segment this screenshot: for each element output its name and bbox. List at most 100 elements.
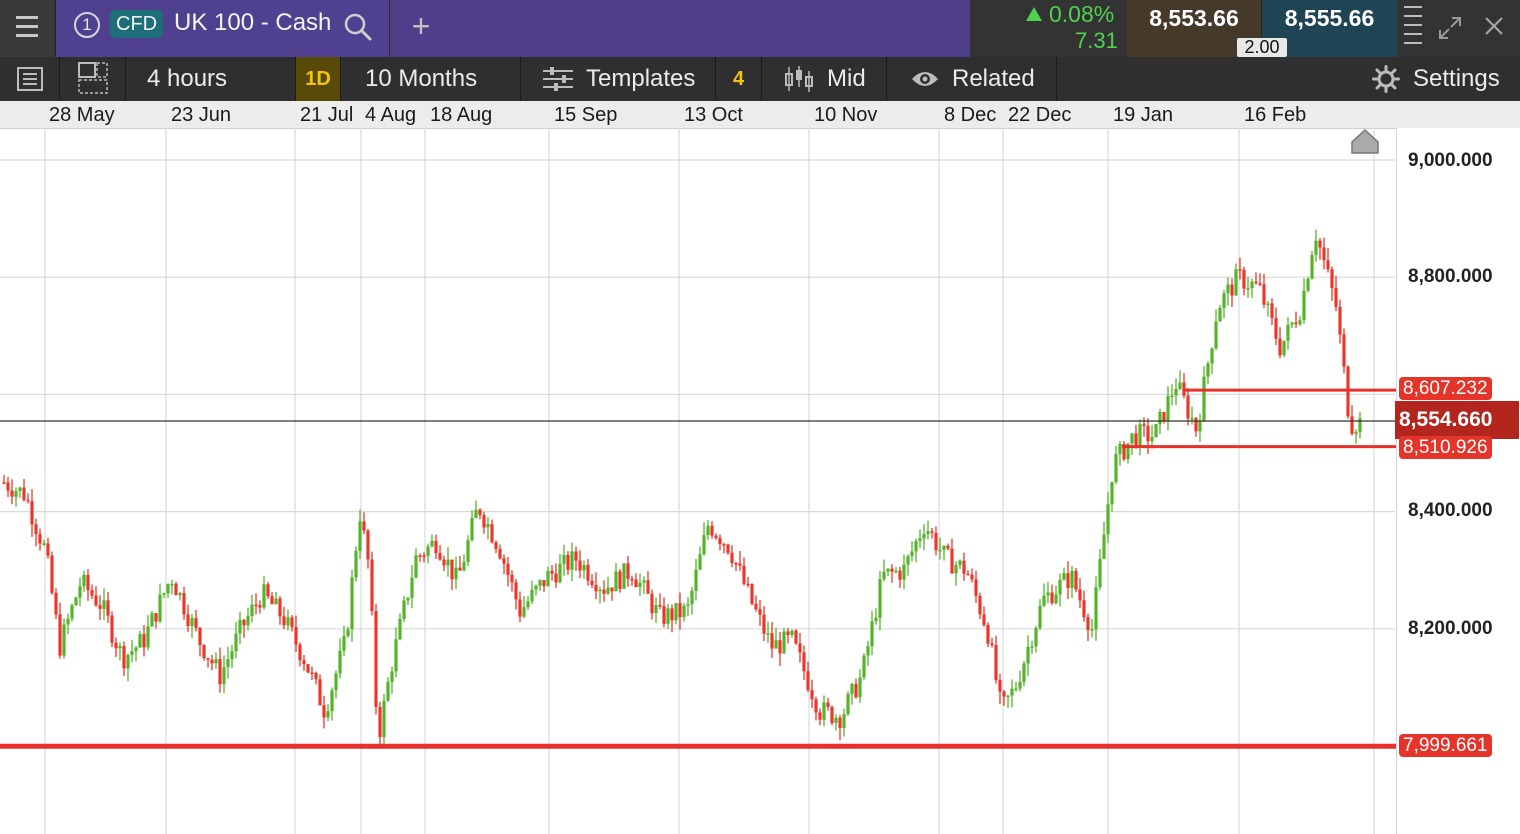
- candle-body: [6, 482, 10, 491]
- candle-body: [390, 671, 394, 682]
- candle-body: [834, 717, 838, 724]
- candle-body: [1102, 534, 1106, 559]
- candle-body: [402, 600, 406, 619]
- candle-body: [1058, 579, 1062, 595]
- candle-body: [1106, 504, 1110, 535]
- candle-body: [114, 642, 118, 649]
- support-level-label[interactable]: 7,999.661: [1399, 734, 1492, 757]
- candle-body: [386, 681, 390, 701]
- candle-body: [898, 570, 902, 580]
- candle-body: [1262, 284, 1266, 305]
- candle-body: [1322, 247, 1326, 261]
- price-tick-label: 8,200.000: [1408, 618, 1493, 639]
- candle-body: [170, 583, 174, 586]
- candle-body: [42, 543, 46, 545]
- price-tick-label: 9,000.000: [1408, 150, 1493, 171]
- candle-body: [750, 584, 754, 604]
- candle-body: [1238, 269, 1242, 271]
- lower-level-label[interactable]: 8,510.926: [1399, 436, 1492, 459]
- candle-body: [794, 630, 798, 644]
- expand-icon[interactable]: [1437, 15, 1463, 41]
- candle-body: [586, 564, 590, 581]
- candle-body: [1154, 424, 1158, 438]
- candle-body: [470, 517, 474, 541]
- candle-body: [906, 556, 910, 565]
- candle-body: [666, 608, 670, 624]
- candle-body: [1254, 281, 1258, 284]
- candle-body: [294, 627, 298, 645]
- candle-body: [910, 551, 914, 557]
- candle-body: [682, 605, 686, 618]
- candle-body: [1202, 376, 1206, 422]
- candle-body: [990, 643, 994, 646]
- candle-body: [126, 654, 130, 669]
- candle-body: [110, 615, 114, 643]
- candle-body: [418, 555, 422, 557]
- candle-body: [782, 631, 786, 654]
- candle-body: [510, 574, 514, 583]
- home-icon[interactable]: [1350, 128, 1380, 154]
- candle-body: [490, 524, 494, 543]
- candle-body: [182, 593, 186, 615]
- candle-body: [598, 589, 602, 592]
- candle-body: [646, 580, 650, 594]
- candle-body: [1338, 306, 1342, 335]
- candle-body: [1302, 290, 1306, 321]
- candle-body: [1082, 600, 1086, 618]
- price-chart[interactable]: [0, 0, 1396, 834]
- candle-body: [1142, 424, 1146, 426]
- candle-body: [630, 578, 634, 581]
- candle-body: [978, 595, 982, 615]
- candle-body: [582, 564, 586, 571]
- candle-body: [530, 589, 534, 602]
- candle-body: [362, 521, 366, 531]
- upper-level-label[interactable]: 8,607.232: [1399, 377, 1492, 400]
- candle-body: [1330, 269, 1334, 289]
- candle-body: [542, 580, 546, 587]
- grid: [0, 128, 1395, 834]
- candle-body: [850, 683, 854, 695]
- candle-body: [234, 633, 238, 652]
- candle-body: [814, 699, 818, 713]
- candle-body: [734, 562, 738, 565]
- candle-body: [74, 597, 78, 606]
- candle-body: [474, 509, 478, 518]
- candle-body: [266, 584, 270, 597]
- candle-body: [1158, 412, 1162, 425]
- candle-body: [642, 580, 646, 583]
- candle-body: [326, 711, 330, 718]
- candle-body: [214, 659, 218, 664]
- candle-body: [370, 559, 374, 612]
- candle-body: [454, 567, 458, 580]
- candle-body: [290, 617, 294, 628]
- candle-body: [1350, 416, 1354, 434]
- candle-body: [946, 545, 950, 549]
- candle-body: [1278, 338, 1282, 356]
- candle-body: [558, 563, 562, 583]
- candle-body: [426, 546, 430, 556]
- candle-body: [134, 647, 138, 652]
- candle-body: [678, 603, 682, 618]
- candle-body: [338, 650, 342, 674]
- candle-body: [178, 593, 182, 596]
- candle-body: [318, 679, 322, 706]
- drag-handle-icon[interactable]: [1404, 6, 1422, 8]
- close-icon[interactable]: [1483, 15, 1505, 37]
- candle-body: [358, 521, 362, 551]
- candle-body: [1210, 348, 1214, 364]
- candle-body: [1206, 363, 1210, 377]
- candle-body: [302, 660, 306, 665]
- candle-body: [1090, 629, 1094, 631]
- candle-body: [674, 603, 678, 621]
- candle-body: [86, 574, 90, 591]
- candle-body: [506, 563, 510, 575]
- candle-body: [314, 672, 318, 680]
- candle-body: [706, 525, 710, 536]
- candle-body: [194, 618, 198, 628]
- candle-body: [58, 614, 62, 656]
- candle-body: [54, 592, 58, 615]
- candle-body: [1342, 334, 1346, 367]
- candle-body: [1010, 688, 1014, 696]
- candles: [2, 229, 1362, 748]
- candle-body: [1002, 691, 1006, 697]
